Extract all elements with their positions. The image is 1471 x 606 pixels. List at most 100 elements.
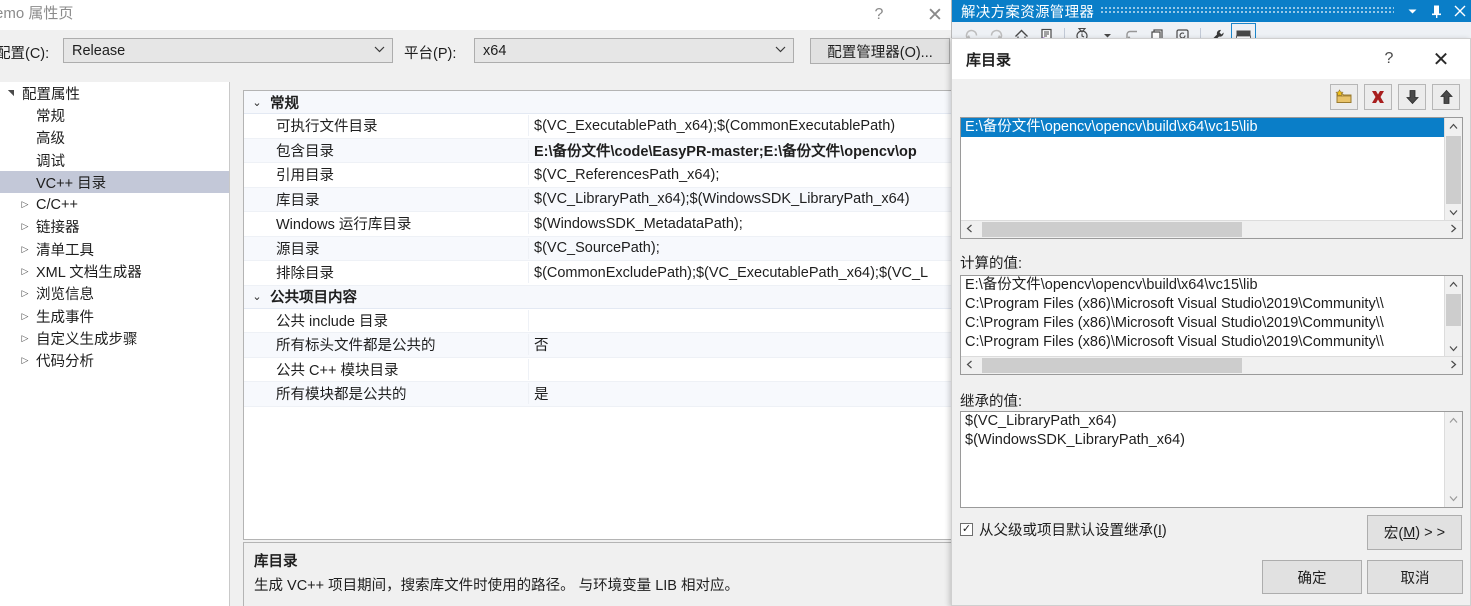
grid-row[interactable]: 公共 include 目录 — [244, 309, 952, 333]
tree-item[interactable]: ▷ XML 文档生成器 — [0, 260, 229, 282]
tree-item[interactable]: ▷ 链接器 — [0, 216, 229, 238]
scroll-left-icon[interactable] — [961, 224, 978, 236]
vertical-scrollbar[interactable] — [1444, 276, 1462, 357]
help-icon[interactable]: ? — [1372, 39, 1406, 79]
scroll-right-icon[interactable] — [1445, 224, 1462, 236]
delete-button[interactable] — [1364, 84, 1392, 110]
scroll-down-icon[interactable] — [1445, 490, 1462, 507]
expander-expand-icon[interactable]: ▷ — [18, 200, 32, 209]
pin-icon[interactable] — [1424, 0, 1448, 22]
scroll-up-icon[interactable] — [1445, 118, 1462, 135]
tree-item-label: 生成事件 — [36, 309, 94, 326]
vertical-scrollbar[interactable] — [1444, 118, 1462, 221]
grid-row[interactable]: 源目录 $(VC_SourcePath); — [244, 236, 952, 261]
grid-row-value[interactable]: $(VC_LibraryPath_x64);$(WindowsSDK_Libra… — [529, 191, 952, 207]
grid-row[interactable]: 排除目录 $(CommonExcludePath);$(VC_Executable… — [244, 261, 952, 286]
property-tree[interactable]: ◢ 配置属性 ▷ 常规 ▷ 高级 ▷ 调试 ▷ VC++ 目录 ▷ C/C++ ▷ 链接器 ▷ 清单工具 ▷ XM… — [0, 82, 230, 606]
close-icon[interactable]: ✕ — [1424, 39, 1458, 79]
close-icon[interactable] — [1448, 0, 1471, 22]
close-icon[interactable]: ✕ — [918, 0, 952, 30]
expander-expand-icon[interactable]: ▷ — [18, 289, 32, 298]
tree-item[interactable]: ▷ 清单工具 — [0, 238, 229, 260]
evaluated-values-listbox[interactable]: E:\备份文件\opencv\opencv\build\x64\vc15\lib… — [960, 275, 1463, 375]
scrollbar-thumb[interactable] — [982, 222, 1242, 237]
expander-expand-icon[interactable]: ▷ — [18, 244, 32, 254]
scrollbar-track[interactable] — [978, 358, 1445, 373]
chevron-down-icon[interactable] — [1400, 0, 1424, 22]
grid-category-label: 常规 — [270, 95, 299, 112]
grid-row[interactable]: 包含目录 E:\备份文件\code\EasyPR-master;E:\备份文件\o… — [244, 138, 952, 163]
list-item[interactable]: E:\备份文件\opencv\opencv\build\x64\vc15\lib — [961, 118, 1445, 137]
vertical-scrollbar[interactable] — [1444, 412, 1462, 507]
tree-item-label: 自定义生成步骤 — [36, 331, 138, 348]
configuration-label: 配置(C): — [0, 46, 50, 62]
macros-label-post: ) > > — [1415, 524, 1446, 541]
tree-item[interactable]: ▷ 生成事件 — [0, 305, 229, 327]
inherited-values-listbox[interactable]: $(VC_LibraryPath_x64) $(WindowsSDK_Librar… — [960, 411, 1463, 508]
expander-expand-icon[interactable]: ▷ — [18, 222, 32, 231]
inherit-from-parent-checkbox[interactable]: ✓ 从父级或项目默认设置继承(I) — [960, 519, 1167, 540]
grid-row[interactable]: 可执行文件目录 $(VC_ExecutablePath_x64);$(Common… — [244, 114, 952, 139]
horizontal-scrollbar[interactable] — [961, 356, 1462, 374]
horizontal-scrollbar[interactable] — [961, 220, 1462, 238]
scroll-left-icon[interactable] — [961, 360, 978, 372]
expander-expand-icon[interactable]: ▷ — [18, 267, 32, 276]
grid-row[interactable]: 所有模块都是公共的是 — [244, 382, 952, 407]
directory-entries-listbox[interactable]: E:\备份文件\opencv\opencv\build\x64\vc15\lib — [960, 117, 1463, 239]
tree-item[interactable]: ▷ 常规 — [0, 104, 229, 126]
scrollbar-thumb[interactable] — [1446, 294, 1461, 326]
directory-entries-list[interactable]: E:\备份文件\opencv\opencv\build\x64\vc15\lib — [961, 118, 1445, 221]
grid-row-value[interactable]: E:\备份文件\code\EasyPR-master;E:\备份文件\openc… — [529, 140, 952, 161]
grid-category-header[interactable]: ⌄ 公共项目内容 — [244, 285, 952, 309]
grid-row[interactable]: 所有标头文件都是公共的否 — [244, 333, 952, 358]
scroll-down-icon[interactable] — [1445, 204, 1462, 221]
tree-item[interactable]: ▷ 高级 — [0, 127, 229, 149]
tree-item[interactable]: ▷ 自定义生成步骤 — [0, 327, 229, 349]
tree-item[interactable]: ◢ 配置属性 — [0, 82, 229, 104]
scrollbar-track[interactable] — [978, 222, 1445, 237]
scrollbar-thumb[interactable] — [982, 358, 1242, 373]
grid-row[interactable]: 公共 C++ 模块目录 — [244, 358, 952, 382]
expander-collapse-icon[interactable]: ◢ — [6, 86, 15, 100]
grid-row[interactable]: Windows 运行库目录 $(WindowsSDK_MetadataPath); — [244, 212, 952, 237]
scroll-down-icon[interactable] — [1445, 340, 1462, 357]
expander-expand-icon[interactable]: ▷ — [18, 311, 32, 321]
expander-expand-icon[interactable]: ▷ — [18, 356, 32, 365]
scroll-up-icon[interactable] — [1445, 276, 1462, 293]
configuration-select[interactable]: Release — [63, 38, 393, 63]
move-down-button[interactable] — [1398, 84, 1426, 110]
ok-button[interactable]: 确定 — [1262, 560, 1362, 594]
tree-item[interactable]: ▷ C/C++ — [0, 193, 229, 215]
scrollbar-thumb[interactable] — [1446, 136, 1461, 204]
checkbox-box[interactable]: ✓ — [960, 523, 973, 536]
grid-row-value[interactable]: $(VC_SourcePath); — [529, 240, 952, 256]
grid-row[interactable]: 引用目录 $(VC_ReferencesPath_x64); — [244, 163, 952, 188]
scroll-up-icon[interactable] — [1445, 412, 1462, 429]
grid-row-value[interactable]: $(CommonExcludePath);$(VC_ExecutablePath… — [529, 265, 952, 281]
expander-expand-icon[interactable]: ▷ — [18, 333, 32, 343]
chevron-down-icon[interactable]: ⌄ — [244, 290, 270, 303]
grid-category-header[interactable]: ⌄ 常规 — [244, 91, 952, 114]
grid-row-value[interactable]: $(VC_ExecutablePath_x64);$(CommonExecuta… — [529, 118, 952, 134]
grid-row-value[interactable]: $(WindowsSDK_MetadataPath); — [529, 216, 952, 232]
help-icon[interactable]: ? — [862, 0, 896, 30]
configuration-manager-button[interactable]: 配置管理器(O)... — [810, 38, 950, 64]
property-grid[interactable]: ⌄ 常规 可执行文件目录 $(VC_ExecutablePath_x64);$(Com… — [243, 90, 953, 540]
macros-button[interactable]: 宏(M) > > — [1367, 515, 1462, 550]
tree-item[interactable]: ▷ 代码分析 — [0, 350, 229, 372]
grid-row[interactable]: 库目录 $(VC_LibraryPath_x64);$(WindowsSDK_Li… — [244, 187, 952, 212]
move-up-button[interactable] — [1432, 84, 1460, 110]
chevron-down-icon[interactable]: ⌄ — [244, 96, 270, 109]
tree-item[interactable]: ▷ VC++ 目录 — [0, 171, 229, 194]
tree-item[interactable]: ▷ 调试 — [0, 149, 229, 171]
new-folder-button[interactable] — [1330, 84, 1358, 110]
grid-row-value[interactable]: $(VC_ReferencesPath_x64); — [529, 167, 952, 183]
cancel-button[interactable]: 取消 — [1367, 560, 1463, 594]
tree-item[interactable]: ▷ 浏览信息 — [0, 283, 229, 305]
grid-row-name: 公共 include 目录 — [244, 309, 529, 331]
scroll-right-icon[interactable] — [1445, 360, 1462, 372]
titlebar-drag-handle[interactable] — [1100, 7, 1394, 15]
grid-row-value[interactable]: 是 — [529, 383, 952, 404]
platform-select[interactable]: x64 — [474, 38, 794, 63]
grid-row-value[interactable]: 否 — [529, 334, 952, 355]
